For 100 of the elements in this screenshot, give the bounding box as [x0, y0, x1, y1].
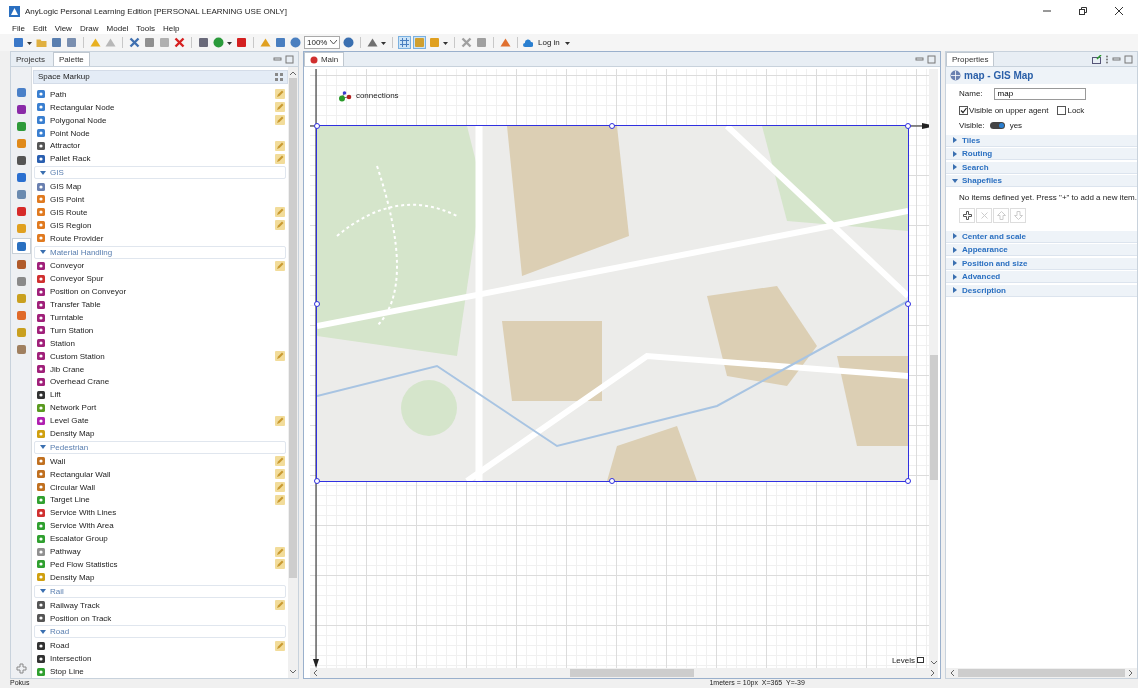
resize-handle[interactable] — [313, 300, 320, 307]
menu-item[interactable]: File — [12, 23, 25, 33]
scroll-down-icon[interactable] — [288, 669, 297, 675]
expand-arrow-icon[interactable] — [952, 246, 958, 253]
panel-tab[interactable]: Projects — [11, 52, 50, 66]
group-header[interactable]: Rail — [34, 584, 286, 598]
close-icon[interactable] — [1114, 6, 1124, 16]
resize-handle[interactable] — [609, 478, 616, 484]
palette-item[interactable]: Conveyor — [50, 261, 85, 271]
palette-item[interactable]: Stop Line — [50, 667, 84, 677]
pencil-icon[interactable] — [274, 495, 285, 505]
caret-icon[interactable] — [330, 40, 337, 45]
minimize-icon[interactable] — [272, 54, 282, 64]
pencil-icon[interactable] — [274, 140, 285, 151]
scroll-right-icon[interactable] — [1128, 669, 1134, 677]
grid-icon[interactable] — [398, 36, 411, 49]
palette-item[interactable]: Network Port — [50, 403, 97, 413]
category-tab[interactable] — [11, 238, 31, 254]
palette-item[interactable]: Position on Conveyor — [50, 287, 127, 297]
add-button[interactable] — [959, 208, 975, 223]
palette-item[interactable]: Station — [50, 338, 75, 348]
palette-item[interactable]: Conveyor Spur — [50, 274, 104, 284]
scrollbar-thumb[interactable] — [288, 78, 297, 578]
stop-icon[interactable] — [235, 36, 248, 49]
palette-item[interactable]: GIS Point — [50, 194, 85, 204]
expand-arrow-icon[interactable] — [952, 177, 958, 184]
expand-arrow-icon[interactable] — [952, 260, 958, 266]
maximize-icon[interactable] — [284, 54, 294, 64]
checkbox[interactable] — [959, 106, 968, 115]
scroll-right-icon[interactable] — [930, 669, 936, 677]
section-header[interactable]: Routing — [946, 148, 1137, 160]
menu-item[interactable]: Tools — [136, 23, 156, 33]
expand-arrow-icon[interactable] — [40, 588, 46, 595]
login-button[interactable]: Log in — [535, 38, 563, 47]
palette-item[interactable]: Service With Lines — [50, 508, 117, 518]
pencil-icon[interactable] — [274, 153, 285, 164]
more-icon[interactable] — [1105, 54, 1109, 64]
maximize-icon[interactable] — [1124, 54, 1133, 64]
expand-arrow-icon[interactable] — [40, 169, 46, 176]
pencil-icon[interactable] — [274, 207, 285, 218]
section-header[interactable]: Shapefiles — [946, 175, 1137, 187]
palette-item[interactable]: Intersection — [50, 654, 92, 664]
section-header[interactable]: Advanced — [946, 271, 1137, 283]
pencil-icon[interactable] — [274, 546, 285, 557]
palette-item[interactable]: Pathway — [50, 547, 81, 557]
section-header[interactable]: Tiles — [946, 134, 1137, 147]
pencil-icon[interactable] — [274, 115, 285, 126]
pencil-icon[interactable] — [274, 102, 285, 113]
scroll-left-icon[interactable] — [311, 669, 318, 677]
palette-item[interactable]: Route Provider — [50, 233, 104, 243]
expand-arrow-icon[interactable] — [952, 273, 958, 280]
section-header[interactable]: Position and size — [946, 257, 1137, 270]
palette-item[interactable]: Point Node — [50, 128, 90, 138]
palette-item[interactable]: Transfer Table — [50, 300, 101, 310]
palette-item[interactable]: Attractor — [50, 141, 81, 151]
pencil-icon[interactable] — [274, 640, 285, 651]
restore-icon[interactable] — [1078, 6, 1088, 16]
minimize-icon[interactable] — [915, 54, 924, 64]
menu-item[interactable]: Model — [106, 23, 129, 33]
resize-handle[interactable] — [313, 478, 320, 484]
levels-button[interactable]: Levels — [891, 656, 915, 665]
resize-handle[interactable] — [313, 123, 320, 129]
scroll-left-icon[interactable] — [949, 669, 955, 677]
panel-tab[interactable]: Properties — [946, 52, 995, 66]
palette-item[interactable]: Rectangular Node — [50, 102, 115, 112]
pencil-icon[interactable] — [274, 220, 285, 231]
zoom-combo[interactable]: 100% — [304, 36, 340, 49]
menu-item[interactable]: Edit — [32, 23, 47, 33]
palette-item[interactable]: Circular Wall — [50, 482, 96, 492]
palette-item[interactable]: Position on Track — [50, 613, 112, 623]
expand-arrow-icon[interactable] — [952, 150, 958, 157]
maximize-icon[interactable] — [927, 54, 936, 64]
menu-item[interactable]: Help — [163, 23, 180, 33]
toggle-switch[interactable] — [989, 122, 1005, 129]
palette-item[interactable]: Ped Flow Statistics — [50, 559, 118, 569]
pencil-icon[interactable] — [274, 260, 285, 271]
palette-item[interactable]: Road — [50, 641, 70, 651]
group-header[interactable]: GIS — [34, 166, 286, 180]
export-icon[interactable] — [1092, 54, 1102, 64]
pencil-icon[interactable] — [274, 482, 285, 493]
expand-arrow-icon[interactable] — [40, 249, 46, 256]
pencil-icon[interactable] — [274, 415, 285, 426]
palette-item[interactable]: Railway Track — [50, 600, 100, 610]
scrollbar-thumb[interactable] — [569, 669, 694, 677]
expand-arrow-icon[interactable] — [952, 164, 958, 170]
minimize-icon[interactable] — [1112, 54, 1121, 64]
pencil-icon[interactable] — [274, 456, 285, 467]
resize-handle[interactable] — [904, 123, 911, 129]
section-header[interactable]: Appearance — [946, 244, 1137, 256]
resize-handle[interactable] — [904, 300, 911, 307]
panel-tab[interactable]: Palette — [52, 52, 90, 66]
grid-icon[interactable] — [274, 72, 283, 81]
palette-item[interactable]: Lift — [50, 390, 61, 400]
editor-tab[interactable]: Main — [303, 52, 345, 66]
palette-item[interactable]: Density Map — [50, 429, 95, 438]
pencil-icon[interactable] — [274, 600, 285, 611]
canvas-grid[interactable]: connections Levels — [309, 69, 929, 668]
group-header[interactable]: Material Handling — [34, 245, 286, 259]
palette-item[interactable]: Turntable — [50, 313, 84, 322]
section-header[interactable]: Search — [946, 161, 1137, 174]
